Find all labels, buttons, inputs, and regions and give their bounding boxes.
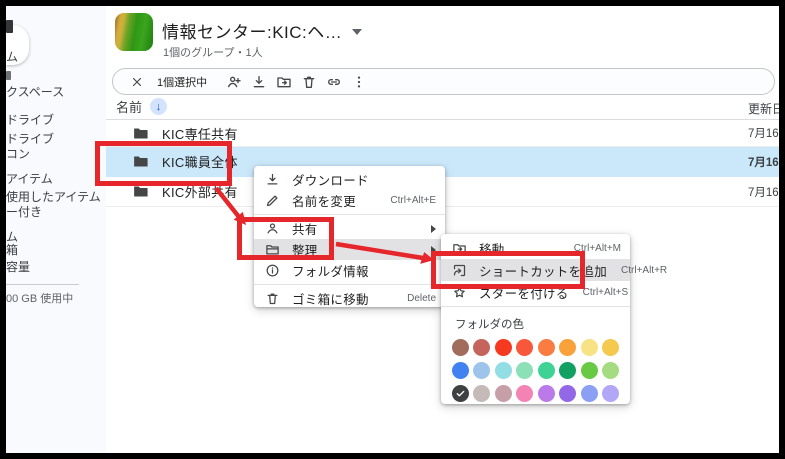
menu-item-label: フォルダ情報 <box>292 261 369 280</box>
group-subtitle: 1個のグループ・1人 <box>163 44 263 60</box>
sidebar-item-mydrive[interactable]: ドライブ <box>6 114 54 127</box>
color-swatch[interactable] <box>538 339 555 356</box>
sidebar-item-recent[interactable]: 使用したアイテム <box>6 191 101 204</box>
palette-row-2 <box>441 362 630 379</box>
sidebar-item-storage[interactable]: 容量 <box>6 261 30 274</box>
sidebar-item-shared-items[interactable]: アイテム <box>6 173 53 186</box>
file-name: KIC専任共有 <box>162 124 238 143</box>
color-swatch[interactable] <box>538 385 555 402</box>
menu-item-move-to-trash[interactable]: ゴミ箱に移動 Delete <box>254 288 445 309</box>
folder-icon <box>132 125 149 142</box>
sort-descending-icon[interactable]: ↓ <box>150 98 167 115</box>
menu-item-label: 名前を変更 <box>292 191 356 210</box>
color-swatch[interactable] <box>581 385 598 402</box>
sidebar-item-trash[interactable]: 箱 <box>6 244 18 257</box>
person-add-icon[interactable] <box>226 74 242 90</box>
menu-divider <box>254 214 445 215</box>
info-icon <box>264 263 280 279</box>
selection-toolbar: 1個選択中 <box>112 68 775 95</box>
screenshot-root: { "header": { "title": "情報センター:KIC:ヘ…", … <box>0 0 785 459</box>
color-swatch[interactable] <box>473 362 490 379</box>
annotation-box-selected-folder <box>95 141 232 186</box>
menu-item-rename[interactable]: 名前を変更 Ctrl+Alt+E <box>254 190 445 211</box>
menu-shortcut: Delete <box>393 293 436 304</box>
close-icon[interactable] <box>129 74 145 90</box>
more-vert-icon[interactable] <box>351 74 367 90</box>
sidebar-item-computers[interactable]: コン <box>6 148 30 161</box>
color-swatch[interactable] <box>559 385 576 402</box>
sidebar-item-workspace[interactable]: クスペース <box>6 86 64 99</box>
column-name[interactable]: 名前 <box>116 97 142 116</box>
color-swatch[interactable] <box>602 362 619 379</box>
file-modified-date: 7月16日 <box>748 184 779 200</box>
annotation-box-organize <box>237 217 334 260</box>
trash-icon <box>264 291 280 307</box>
color-swatch[interactable] <box>581 339 598 356</box>
color-swatch[interactable] <box>473 339 490 356</box>
sidebar-item-home[interactable]: ム <box>6 51 18 64</box>
color-swatch[interactable] <box>559 362 576 379</box>
rename-pencil-icon <box>264 193 280 209</box>
color-swatch[interactable] <box>581 362 598 379</box>
sidebar: ム クスペース ドライブ ドライブ コン アイテム 使用したアイテム ー付き ム… <box>6 6 106 453</box>
palette-row-3 <box>441 385 630 402</box>
group-avatar <box>115 13 153 51</box>
title-dropdown-caret-icon[interactable] <box>352 29 362 35</box>
sidebar-item-shareddrive[interactable]: ドライブ <box>6 133 54 146</box>
color-swatch-selected[interactable] <box>452 385 469 402</box>
color-swatch[interactable] <box>516 362 533 379</box>
color-swatch[interactable] <box>602 339 619 356</box>
page-title: 情報センター:KIC:ヘ… <box>162 18 342 43</box>
selection-count: 1個選択中 <box>157 74 207 90</box>
file-modified-date: 7月16日 <box>748 125 779 141</box>
storage-usage-text: 00 GB 使用中 <box>6 290 73 306</box>
color-swatch[interactable] <box>473 385 490 402</box>
sidebar-item-starred[interactable]: ー付き <box>6 206 42 219</box>
annotation-box-add-shortcut <box>431 251 585 289</box>
folder-color-label: フォルダの色 <box>441 310 630 339</box>
menu-divider <box>441 306 630 307</box>
menu-shortcut: Ctrl+Alt+E <box>376 195 436 206</box>
menu-item-download[interactable]: ダウンロード <box>254 169 445 190</box>
menu-shortcut: Ctrl+Alt+R <box>607 265 667 276</box>
sidebar-divider <box>6 284 79 285</box>
trash-icon[interactable] <box>301 74 317 90</box>
submenu-arrow-icon <box>431 225 436 233</box>
file-modified-date: 7月16日 <box>748 154 779 170</box>
sidebar-item-fragment <box>6 71 11 80</box>
download-icon <box>264 172 280 188</box>
menu-item-label: ダウンロード <box>292 170 369 189</box>
new-button-glyph-fragment <box>6 20 13 33</box>
move-folder-icon[interactable] <box>276 74 292 90</box>
color-swatch[interactable] <box>602 385 619 402</box>
menu-divider <box>254 284 445 285</box>
color-swatch[interactable] <box>516 339 533 356</box>
menu-item-label: ゴミ箱に移動 <box>292 289 369 308</box>
color-swatch[interactable] <box>538 362 555 379</box>
drive-window: ム クスペース ドライブ ドライブ コン アイテム 使用したアイテム ー付き ム… <box>6 6 779 453</box>
menu-item-folder-info[interactable]: フォルダ情報 <box>254 260 445 281</box>
color-swatch[interactable] <box>495 362 512 379</box>
check-icon <box>455 388 466 399</box>
download-icon[interactable] <box>251 74 267 90</box>
color-swatch[interactable] <box>452 362 469 379</box>
list-header: 名前 ↓ 更新日時 <box>106 94 779 120</box>
color-swatch[interactable] <box>452 339 469 356</box>
column-modified[interactable]: 更新日時 <box>748 100 779 117</box>
link-icon[interactable] <box>326 74 342 90</box>
color-swatch[interactable] <box>559 339 576 356</box>
palette-row-1 <box>441 339 630 356</box>
color-swatch[interactable] <box>495 385 512 402</box>
color-swatch[interactable] <box>516 385 533 402</box>
color-swatch[interactable] <box>495 339 512 356</box>
